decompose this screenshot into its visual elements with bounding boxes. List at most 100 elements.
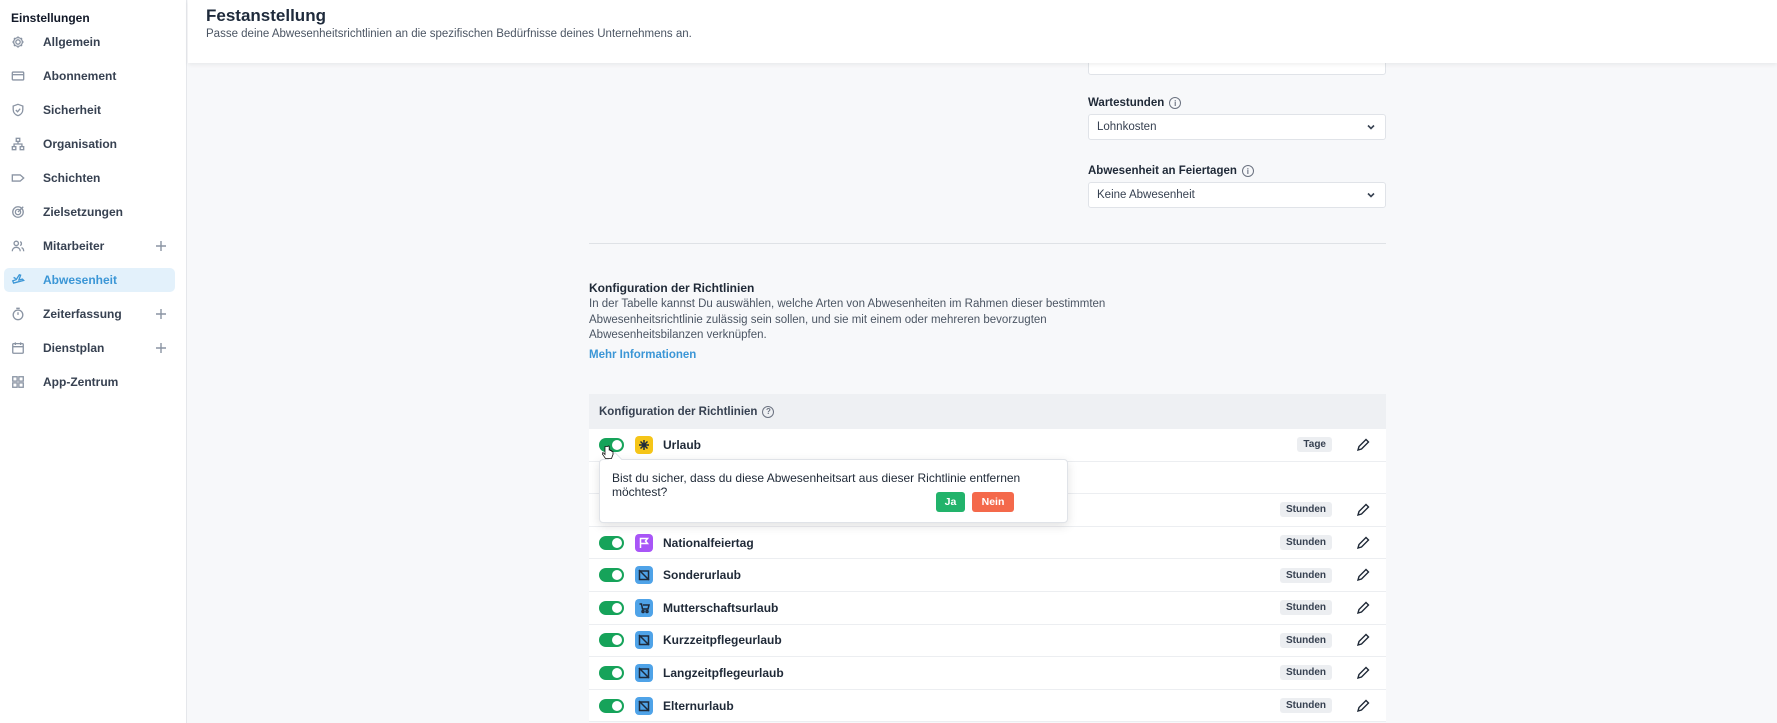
enable-toggle[interactable] [599, 568, 624, 583]
unit-badge: Stunden [1280, 698, 1332, 714]
absence-type-label: Sonderurlaub [663, 568, 742, 583]
enable-toggle[interactable] [599, 535, 624, 550]
add-zeiterfassung-icon[interactable] [153, 306, 169, 322]
chevron-down-icon [1366, 190, 1376, 200]
gear-icon [10, 34, 26, 50]
absence-type-label: Nationalfeiertag [663, 535, 754, 550]
main-content: Wartestunden i Lohnkosten Abwesenheit an… [188, 63, 1777, 723]
sidebar-item-label: Allgemein [43, 35, 101, 49]
config-description: In der Tabelle kannst Du auswählen, welc… [589, 298, 1106, 341]
no-calendar-icon [635, 663, 653, 682]
users-icon [10, 238, 26, 254]
pencil-icon[interactable] [1356, 666, 1370, 680]
page-subtitle: Passe deine Abwesenheitsrichtlinien an d… [206, 28, 692, 40]
plane-icon [10, 272, 26, 288]
sidebar-item-allgemein[interactable]: Allgemein [4, 30, 175, 54]
sidebar-item-zielsetzungen[interactable]: Zielsetzungen [4, 200, 175, 224]
pencil-icon[interactable] [1356, 568, 1370, 582]
sun-icon [635, 435, 653, 454]
sidebar-item-label: Abonnement [43, 69, 117, 83]
cut-off-select[interactable] [1088, 63, 1386, 75]
sidebar-item-mitarbeiter[interactable]: Mitarbeiter [4, 234, 175, 258]
sidebar-item-label: Organisation [43, 137, 118, 151]
table-row: Nationalfeiertag Stunden [589, 526, 1386, 560]
info-icon[interactable]: ? [762, 405, 775, 418]
feiertage-label-text: Abwesenheit an Feiertagen [1088, 165, 1237, 177]
wartestunden-label: Wartestunden i [1088, 97, 1182, 109]
calendar-icon [10, 340, 26, 356]
page-title: Festanstellung [206, 6, 326, 25]
info-icon[interactable]: i [1169, 97, 1182, 109]
table-row: Urlaub Tage [589, 429, 1386, 462]
pencil-icon[interactable] [1356, 601, 1370, 615]
unit-badge: Stunden [1280, 600, 1332, 616]
add-mitarbeiter-icon[interactable] [153, 238, 169, 254]
sidebar-item-label: Mitarbeiter [43, 239, 105, 253]
enable-toggle[interactable] [599, 698, 624, 713]
pencil-icon[interactable] [1356, 438, 1370, 452]
feiertage-value: Keine Abwesenheit [1097, 189, 1195, 201]
wartestunden-label-text: Wartestunden [1088, 97, 1165, 109]
no-calendar-icon [635, 566, 653, 585]
unit-badge: Stunden [1280, 535, 1332, 551]
sidebar-item-label: Dienstplan [43, 341, 105, 355]
sidebar-item-label: Zeiterfassung [43, 307, 122, 321]
sidebar-item-sicherheit[interactable]: Sicherheit [4, 98, 175, 122]
unit-badge: Tage [1297, 437, 1332, 453]
sidebar-item-label: Abwesenheit [43, 273, 118, 287]
sidebar-item-label: App-Zentrum [43, 375, 119, 389]
info-icon[interactable]: i [1241, 165, 1254, 177]
table-row: Mutterschaftsurlaub Stunden [589, 591, 1386, 625]
sidebar-item-app-zentrum[interactable]: App-Zentrum [4, 370, 175, 394]
no-calendar-icon [635, 631, 653, 650]
settings-sidebar: Einstellungen Allgemein Abonnement Siche… [0, 0, 187, 723]
wartestunden-value: Lohnkosten [1097, 121, 1157, 133]
pencil-icon[interactable] [1356, 503, 1370, 517]
hand-cursor-icon [602, 445, 614, 459]
sidebar-item-abonnement[interactable]: Abonnement [4, 64, 175, 88]
sidebar-item-organisation[interactable]: Organisation [4, 132, 175, 156]
absence-type-label: Kurzzeitpflegeurlaub [663, 633, 782, 648]
absence-type-label: Urlaub [663, 437, 702, 452]
flag-icon [635, 533, 653, 552]
add-dienstplan-icon[interactable] [153, 340, 169, 356]
stroller-icon [635, 598, 653, 617]
pencil-icon[interactable] [1356, 536, 1370, 550]
more-info-link[interactable]: Mehr Informationen [589, 349, 696, 361]
confirm-no-button[interactable]: Nein [972, 492, 1014, 512]
chevron-down-icon [1366, 122, 1376, 132]
config-section-title: Konfiguration der Richtlinien [589, 281, 755, 295]
unit-badge: Stunden [1280, 567, 1332, 583]
table-row: Sonderurlaub Stunden [589, 559, 1386, 592]
feiertage-select[interactable]: Keine Abwesenheit [1088, 182, 1386, 208]
stopwatch-icon [10, 306, 26, 322]
absence-type-label: Elternurlaub [663, 698, 734, 713]
sidebar-item-label: Sicherheit [43, 103, 102, 117]
sidebar-item-zeiterfassung[interactable]: Zeiterfassung [4, 302, 175, 326]
remove-confirmation-popover: Bist du sicher, dass du diese Abwesenhei… [599, 451, 1068, 523]
enable-toggle[interactable] [599, 665, 624, 680]
table-row: Kurzzeitpflegeurlaub Stunden [589, 624, 1386, 658]
unit-badge: Stunden [1280, 665, 1332, 681]
sidebar-item-label: Zielsetzungen [43, 205, 124, 219]
table-header-label: Konfiguration der Richtlinien [599, 405, 758, 418]
card-icon [10, 68, 26, 84]
sidebar-title: Einstellungen [11, 11, 90, 25]
table-header: Konfiguration der Richtlinien ? [589, 394, 1386, 429]
absence-type-label: Mutterschaftsurlaub [663, 600, 779, 615]
wartestunden-select[interactable]: Lohnkosten [1088, 114, 1386, 140]
tag-icon [10, 170, 26, 186]
absence-type-label: Langzeitpflegeurlaub [663, 665, 784, 680]
target-icon [10, 204, 26, 220]
feiertage-label: Abwesenheit an Feiertagen i [1088, 165, 1254, 177]
policy-config-table: Konfiguration der Richtlinien ? Urlaub T… [589, 394, 1386, 723]
pencil-icon[interactable] [1356, 699, 1370, 713]
sidebar-item-schichten[interactable]: Schichten [4, 166, 175, 190]
sidebar-item-dienstplan[interactable]: Dienstplan [4, 336, 175, 360]
pencil-icon[interactable] [1356, 633, 1370, 647]
enable-toggle[interactable] [599, 600, 624, 615]
enable-toggle[interactable] [599, 633, 624, 648]
sidebar-item-abwesenheit[interactable]: Abwesenheit [4, 268, 175, 292]
confirm-yes-button[interactable]: Ja [936, 492, 965, 512]
unit-badge: Stunden [1280, 632, 1332, 648]
